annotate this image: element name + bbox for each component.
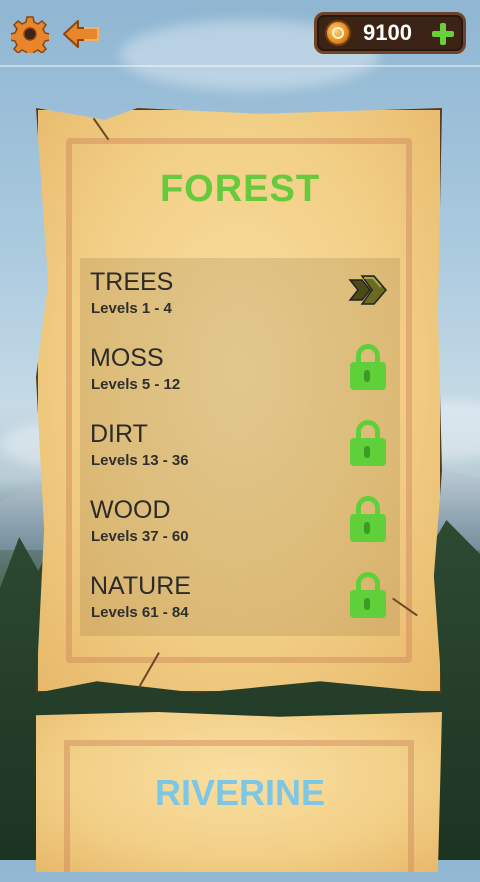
level-name: WOOD [90, 496, 171, 524]
level-item-trees[interactable]: TREES Levels 1 - 4 [90, 268, 400, 336]
coin-count: 9100 [363, 20, 412, 45]
level-range: Levels 1 - 4 [91, 300, 172, 317]
settings-button[interactable] [10, 14, 50, 54]
level-range: Levels 37 - 60 [91, 528, 189, 545]
level-item-wood[interactable]: WOOD Levels 37 - 60 [90, 496, 400, 564]
lock-icon [348, 572, 388, 620]
back-arrow-icon [63, 20, 99, 48]
add-coins-button[interactable] [431, 22, 455, 46]
back-button[interactable] [62, 14, 102, 54]
top-divider [0, 65, 480, 67]
coin-balance: 9100 [314, 12, 466, 54]
level-name: TREES [90, 268, 174, 296]
section-title: FOREST [159, 168, 321, 210]
level-item-dirt[interactable]: DIRT Levels 13 - 36 [90, 420, 400, 488]
lock-icon [348, 420, 388, 468]
level-range: Levels 61 - 84 [91, 604, 189, 621]
level-range: Levels 13 - 36 [91, 452, 189, 469]
level-item-moss[interactable]: MOSS Levels 5 - 12 [90, 344, 400, 412]
level-name: MOSS [90, 344, 164, 372]
top-bar: 9100 [0, 0, 480, 67]
lock-icon [348, 344, 388, 392]
next-section-title[interactable]: RIVERINE [0, 772, 480, 814]
play-arrows-icon[interactable] [348, 268, 388, 316]
coin-icon [325, 20, 351, 46]
level-range: Levels 5 - 12 [91, 376, 181, 393]
lock-icon [348, 496, 388, 544]
gear-icon [11, 16, 49, 53]
level-item-nature[interactable]: NATURE Levels 61 - 84 [90, 572, 400, 640]
level-name: NATURE [90, 572, 191, 600]
level-name: DIRT [90, 420, 148, 448]
